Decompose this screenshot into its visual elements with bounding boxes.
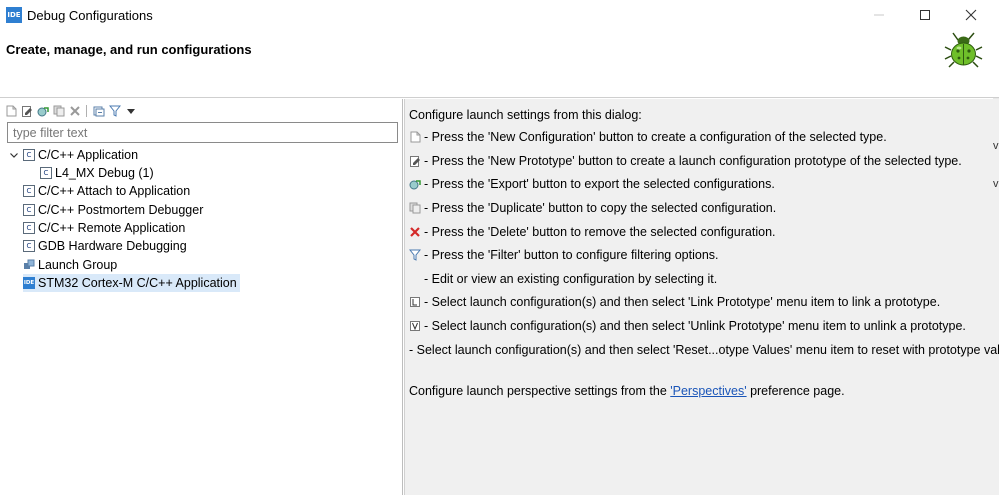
tree-item-c-cpp-attach[interactable]: C C/C++ Attach to Application xyxy=(23,182,190,200)
tree-item-label: C/C++ Remote Application xyxy=(38,221,186,235)
app-icon: IDE xyxy=(6,7,22,23)
close-icon xyxy=(965,9,977,21)
info-line: - Press the 'Filter' button to configure… xyxy=(409,248,719,262)
tree-item-label: C/C++ Application xyxy=(38,148,139,162)
info-line: - Press the 'New Configuration' button t… xyxy=(409,130,887,144)
c-attach-icon: C xyxy=(23,185,35,197)
tree-item-gdb-hardware[interactable]: C GDB Hardware Debugging xyxy=(23,237,187,255)
delete-button[interactable] xyxy=(68,105,81,118)
new-prototype-icon xyxy=(21,106,32,117)
view-menu-button[interactable] xyxy=(124,105,137,118)
link-prototype-icon xyxy=(409,296,421,308)
info-line: - Select launch configuration(s) and the… xyxy=(409,295,940,309)
info-line: - Press the 'New Prototype' button to cr… xyxy=(409,154,962,168)
duplicate-icon xyxy=(53,105,64,117)
c-app-icon: C xyxy=(23,149,35,161)
export-button[interactable] xyxy=(36,105,49,118)
tree-item-label: Launch Group xyxy=(38,258,118,272)
tree-item-l4-mx-debug[interactable]: C L4_MX Debug (1) xyxy=(40,164,154,182)
launch-group-icon xyxy=(23,259,35,271)
toolbar-separator xyxy=(86,105,87,117)
tree-item-label: C/C++ Postmortem Debugger xyxy=(38,203,204,217)
c-remote-icon: C xyxy=(23,222,35,234)
info-panel: Configure launch settings from this dial… xyxy=(404,99,999,495)
title-bar: IDE Debug Configurations xyxy=(0,0,999,30)
perspectives-link[interactable]: 'Perspectives' xyxy=(670,384,746,398)
unlink-prototype-icon xyxy=(409,320,421,332)
delete-icon xyxy=(409,226,421,238)
new-configuration-icon xyxy=(6,105,16,117)
duplicate-icon xyxy=(409,202,421,214)
edge-mark: v xyxy=(993,140,999,152)
info-intro: Configure launch settings from this dial… xyxy=(409,108,642,122)
info-line: - Select launch configuration(s) and the… xyxy=(409,319,966,333)
stm32-icon: IDE xyxy=(23,277,35,289)
maximize-icon xyxy=(920,10,930,20)
delete-icon xyxy=(69,106,80,116)
header-title: Create, manage, and run configurations xyxy=(6,42,252,57)
new-configuration-icon xyxy=(409,131,421,143)
filter-input[interactable] xyxy=(7,122,398,143)
collapse-all-button[interactable] xyxy=(92,105,105,118)
maximize-button[interactable] xyxy=(902,0,948,30)
chevron-down-icon[interactable] xyxy=(8,149,20,161)
tree-item-label: L4_MX Debug (1) xyxy=(55,166,154,180)
info-line: - Press the 'Delete' button to remove th… xyxy=(409,225,776,239)
export-icon xyxy=(37,107,49,117)
tree-item-c-cpp-postmortem[interactable]: C C/C++ Postmortem Debugger xyxy=(23,201,203,219)
tree-item-stm32-cortex-m[interactable]: IDE STM32 Cortex-M C/C++ Application xyxy=(23,274,240,292)
tree-item-label: GDB Hardware Debugging xyxy=(38,239,187,253)
edge-mark: v xyxy=(993,178,999,190)
dialog-header: Create, manage, and run configurations xyxy=(0,30,999,128)
tree-item-label: STM32 Cortex-M C/C++ Application xyxy=(38,276,237,290)
tree-toolbar xyxy=(4,104,137,118)
tree-item-label: C/C++ Attach to Application xyxy=(38,184,191,198)
c-gdb-icon: C xyxy=(23,240,35,252)
tree-item-c-cpp-application[interactable]: C C/C++ Application xyxy=(8,146,138,164)
close-button[interactable] xyxy=(948,0,994,30)
collapse-all-icon xyxy=(93,106,104,117)
c-postmortem-icon: C xyxy=(23,204,35,216)
configuration-tree-panel: C C/C++ Application C L4_MX Debug (1) C … xyxy=(0,99,403,495)
new-prototype-icon xyxy=(409,155,421,167)
tree-item-launch-group[interactable]: Launch Group xyxy=(23,256,117,274)
c-config-icon: C xyxy=(40,167,52,179)
info-line: - Press the 'Export' button to export th… xyxy=(409,177,775,191)
tree-item-c-cpp-remote[interactable]: C C/C++ Remote Application xyxy=(23,219,185,237)
bug-icon xyxy=(944,32,983,68)
new-configuration-button[interactable] xyxy=(4,105,17,118)
info-line: - Press the 'Duplicate' button to copy t… xyxy=(409,201,776,215)
view-menu-icon xyxy=(126,109,135,114)
window-title: Debug Configurations xyxy=(27,8,153,23)
new-prototype-button[interactable] xyxy=(20,105,33,118)
info-line: - Select launch configuration(s) and the… xyxy=(409,343,999,357)
filter-icon xyxy=(409,249,421,261)
minimize-icon xyxy=(874,14,884,16)
info-line: - Edit or view an existing configuration… xyxy=(424,272,718,286)
perspective-settings-line: Configure launch perspective settings fr… xyxy=(409,384,845,398)
export-icon xyxy=(409,178,421,190)
minimize-button[interactable] xyxy=(856,0,902,30)
filter-button[interactable] xyxy=(108,105,121,118)
duplicate-button[interactable] xyxy=(52,105,65,118)
filter-icon xyxy=(108,105,121,117)
